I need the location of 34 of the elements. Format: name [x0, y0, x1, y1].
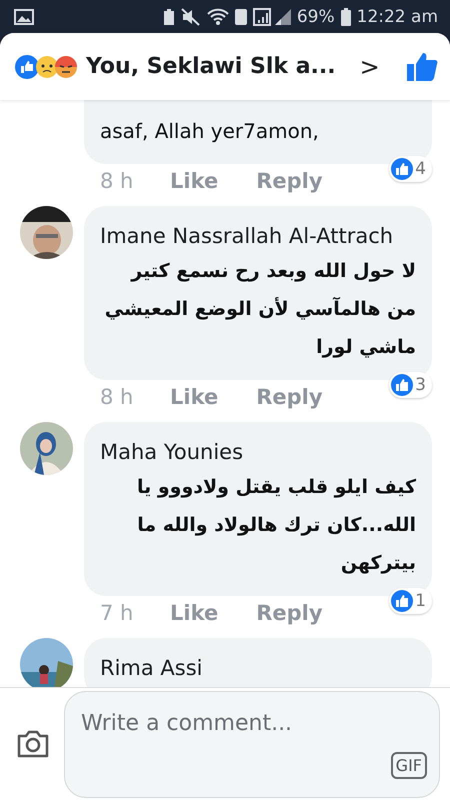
- author-name[interactable]: Rima Assi: [100, 652, 416, 684]
- wifi-icon: [206, 8, 229, 26]
- like-icon[interactable]: [406, 52, 438, 82]
- author-name[interactable]: Imane Nassrallah Al-Attrach: [100, 220, 416, 252]
- sim-icon: [234, 8, 247, 24]
- reply-link[interactable]: Reply: [256, 385, 323, 409]
- gallery-icon: [14, 8, 34, 24]
- timestamp: 7 h: [100, 601, 134, 625]
- reaction-count[interactable]: 1: [389, 588, 432, 614]
- clock: 12:22 am: [356, 6, 438, 26]
- comment-text: لا حول الله وبعد رح نسمع كتير من هالمآسي لأن الوضع المعيشي ماشي لورا: [104, 259, 416, 360]
- reply-link[interactable]: Reply: [256, 169, 323, 193]
- reaction-count[interactable]: 3: [389, 372, 432, 398]
- comment-field[interactable]: Write a comment... GIF: [64, 690, 440, 798]
- comment-text: كيف ايلو قلب يقتل ولادووو يا الله...كان ترك هالولاد والله ما بيتركهن: [136, 475, 416, 576]
- reply-link[interactable]: Reply: [256, 601, 323, 625]
- camera-icon[interactable]: [16, 729, 50, 759]
- battery-saver-icon: [162, 8, 175, 26]
- timestamp: 8 h: [100, 169, 134, 193]
- mute-icon: [180, 8, 201, 26]
- reaction-count[interactable]: 4: [389, 156, 432, 182]
- like-link[interactable]: Like: [170, 385, 218, 409]
- author-name[interactable]: Maha Younies: [100, 436, 416, 468]
- reactors-summary[interactable]: You, Seklawi Slk a...: [86, 54, 336, 79]
- gif-button[interactable]: GIF: [390, 752, 427, 778]
- battery-icon: [340, 8, 351, 26]
- comment-text: asaf, Allah yer7amon,: [100, 118, 320, 145]
- battery-percentage: 69%: [296, 6, 335, 26]
- signal-icon: [252, 8, 291, 26]
- like-link[interactable]: Like: [170, 601, 218, 625]
- like-link[interactable]: Like: [170, 169, 218, 193]
- timestamp: 8 h: [100, 385, 134, 409]
- reaction-icons[interactable]: [14, 54, 78, 80]
- chevron[interactable]: >: [360, 52, 380, 80]
